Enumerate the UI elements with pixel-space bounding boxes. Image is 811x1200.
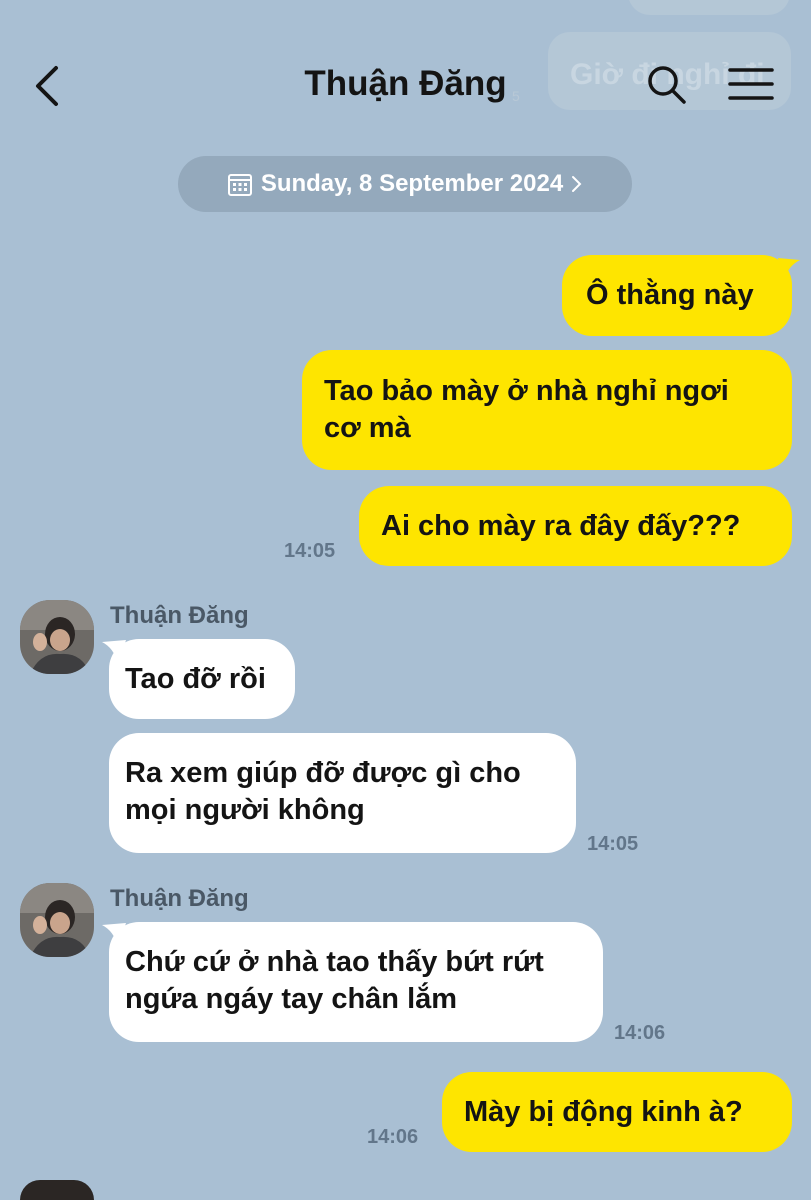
search-icon — [648, 66, 686, 104]
chevron-right-icon — [572, 176, 582, 192]
message-bubble-incoming[interactable]: Chứ cứ ở nhà tao thấy bứt rứt ngứa ngáy … — [109, 922, 603, 1042]
message-time: 14:06 — [614, 1022, 666, 1044]
message-time: 14:05 — [587, 833, 639, 855]
message-text-line: Chứ cứ ở nhà tao thấy bứt rứt — [125, 946, 544, 978]
message-text: Ai cho mày ra đây đấy??? — [381, 510, 741, 542]
avatar-partial — [20, 1180, 94, 1200]
message-bubble-incoming[interactable]: Ra xem giúp đỡ được gì cho mọi người khô… — [109, 733, 576, 853]
message-text: Ô thằng này — [586, 279, 754, 311]
menu-icon — [728, 68, 774, 100]
message-time: 14:05 — [284, 540, 336, 562]
search-button[interactable] — [644, 62, 690, 108]
sender-name: Thuận Đăng — [110, 602, 249, 629]
chat-header: Thuận Đăng — [0, 0, 811, 150]
date-divider[interactable]: Sunday, 8 September 2024 — [178, 156, 632, 212]
message-time: 14:06 — [367, 1126, 419, 1148]
calendar-icon — [227, 174, 252, 196]
message-bubble-outgoing[interactable]: Mày bị động kinh à? — [442, 1072, 792, 1152]
menu-button[interactable] — [728, 64, 774, 104]
message-bubble-outgoing[interactable]: Ô thằng này — [562, 255, 792, 336]
message-text-line: mọi người không — [125, 794, 365, 826]
date-label: Sunday, 8 September 2024 — [260, 170, 564, 197]
avatar[interactable] — [20, 600, 94, 674]
message-text-line: cơ mà — [324, 412, 411, 444]
message-text-line: ngứa ngáy tay chân lắm — [125, 983, 458, 1015]
avatar[interactable] — [20, 883, 94, 957]
message-text-line: Tao bảo mày ở nhà nghỉ ngơi — [324, 375, 729, 407]
message-text: Mày bị động kinh à? — [464, 1096, 743, 1128]
message-text: Tao đỡ rồi — [125, 663, 266, 695]
bubble-tail — [778, 258, 800, 280]
message-bubble-outgoing[interactable]: Tao bảo mày ở nhà nghỉ ngơi cơ mà — [302, 350, 792, 470]
message-bubble-incoming[interactable]: Tao đỡ rồi — [109, 639, 295, 719]
sender-name: Thuận Đăng — [110, 885, 249, 912]
message-bubble-outgoing[interactable]: Ai cho mày ra đây đấy??? — [359, 486, 792, 566]
message-text-line: Ra xem giúp đỡ được gì cho — [125, 757, 521, 789]
